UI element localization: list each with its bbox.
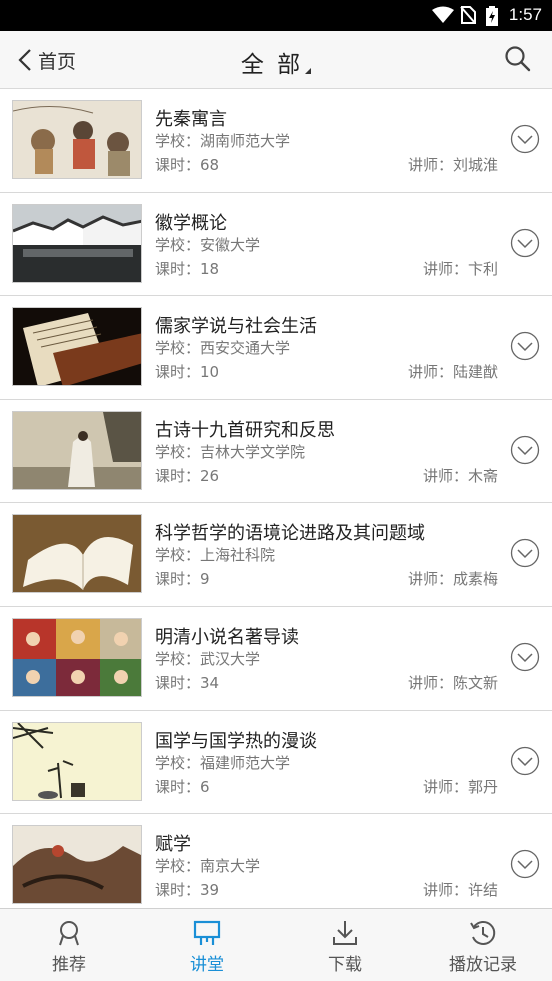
course-hours: 课时：9 <box>155 570 210 589</box>
chevron-down-icon[interactable] <box>510 435 540 465</box>
course-hours: 课时：10 <box>155 363 220 382</box>
course-item[interactable]: 国学与国学热的漫谈 学校：福建师范大学 课时：6 讲师：郭丹 <box>0 711 552 815</box>
course-thumbnail <box>12 514 142 594</box>
course-teacher: 讲师：卞利 <box>422 259 498 278</box>
course-teacher: 讲师：成素梅 <box>407 570 498 589</box>
course-title: 明清小说名著导读 <box>155 626 299 648</box>
chevron-down-icon[interactable] <box>510 849 540 879</box>
course-thumbnail <box>12 617 142 697</box>
course-school: 学校：安徽大学 <box>155 235 261 254</box>
course-item[interactable]: 儒家学说与社会生活 学校：西安交通大学 课时：10 讲师：陆建猷 <box>0 296 552 400</box>
bottom-tab-bar: 推荐 讲堂 下载 播放记录 <box>0 908 552 981</box>
chevron-down-icon[interactable] <box>510 538 540 568</box>
course-title: 古诗十九首研究和反思 <box>155 419 335 441</box>
course-item[interactable]: 赋学 学校：南京大学 课时：39 讲师：许结 <box>0 814 552 908</box>
course-item[interactable]: 徽学概论 学校：安徽大学 课时：18 讲师：卞利 <box>0 193 552 297</box>
course-school: 学校：西安交通大学 <box>155 339 291 358</box>
course-item[interactable]: 明清小说名著导读 学校：武汉大学 课时：34 讲师：陈文新 <box>0 607 552 711</box>
course-item[interactable]: 先秦寓言 学校：湖南师范大学 课时：68 讲师：刘城淮 <box>0 89 552 193</box>
no-sim-icon <box>460 6 476 24</box>
course-thumbnail <box>12 721 142 801</box>
course-hours: 课时：18 <box>155 259 220 278</box>
course-item[interactable]: 古诗十九首研究和反思 学校：吉林大学文学院 课时：26 讲师：木斋 <box>0 400 552 504</box>
course-title: 儒家学说与社会生活 <box>155 316 317 338</box>
tab-history[interactable]: 播放记录 <box>414 909 552 981</box>
chevron-down-icon[interactable] <box>510 642 540 672</box>
course-teacher: 讲师：陆建猷 <box>407 363 498 382</box>
chevron-down-icon[interactable] <box>510 746 540 776</box>
page-title: 全 部 <box>240 52 304 78</box>
header: 首页 全 部 <box>0 31 552 89</box>
course-title: 赋学 <box>155 834 191 856</box>
course-teacher: 讲师：刘城淮 <box>407 156 498 174</box>
course-school: 学校：吉林大学文学院 <box>155 442 306 461</box>
course-thumbnail <box>12 825 142 905</box>
wifi-icon <box>432 6 454 23</box>
tab-label: 下载 <box>328 955 362 975</box>
history-icon <box>470 920 496 945</box>
course-title: 先秦寓言 <box>155 109 227 130</box>
course-hours: 课时：34 <box>155 673 220 692</box>
course-school: 学校：湖南师范大学 <box>155 132 291 150</box>
course-thumbnail <box>12 100 142 179</box>
course-teacher: 讲师：郭丹 <box>422 777 498 796</box>
course-school: 学校：武汉大学 <box>155 649 261 668</box>
tab-download[interactable]: 下载 <box>276 909 414 981</box>
search-icon[interactable] <box>504 45 532 73</box>
tab-recommend[interactable]: 推荐 <box>0 909 138 981</box>
course-title: 科学哲学的语境论进路及其问题域 <box>155 523 425 545</box>
course-school: 学校：南京大学 <box>155 857 261 876</box>
chevron-down-icon[interactable] <box>510 124 540 154</box>
course-list: 先秦寓言 学校：湖南师范大学 课时：68 讲师：刘城淮 徽学概论 学校：安徽大学… <box>0 89 552 908</box>
course-teacher: 讲师：木斋 <box>422 466 498 485</box>
clock: 1:57 <box>508 5 542 24</box>
course-hours: 课时：39 <box>155 881 220 900</box>
chevron-down-icon[interactable] <box>510 331 540 361</box>
tab-lecture[interactable]: 讲堂 <box>138 909 276 981</box>
course-thumbnail <box>12 410 142 490</box>
course-hours: 课时：6 <box>155 777 210 796</box>
tab-label: 推荐 <box>52 955 86 975</box>
course-item[interactable]: 科学哲学的语境论进路及其问题域 学校：上海社科院 课时：9 讲师：成素梅 <box>0 503 552 607</box>
course-title: 徽学概论 <box>155 212 227 234</box>
course-hours: 课时：68 <box>155 156 220 174</box>
course-thumbnail <box>12 307 142 387</box>
battery-icon <box>486 6 498 26</box>
course-school: 学校：福建师范大学 <box>155 753 291 772</box>
course-thumbnail <box>12 203 142 283</box>
dropdown-corner-icon <box>305 68 312 74</box>
tab-label: 讲堂 <box>190 955 224 975</box>
course-teacher: 讲师：陈文新 <box>407 673 498 692</box>
course-hours: 课时：26 <box>155 466 220 485</box>
lecture-icon <box>193 920 221 945</box>
course-title: 国学与国学热的漫谈 <box>155 730 317 752</box>
tab-label: 播放记录 <box>449 955 517 975</box>
status-bar: 1:57 <box>0 0 552 31</box>
course-teacher: 讲师：许结 <box>422 881 498 900</box>
category-selector[interactable]: 全 部 <box>0 45 552 79</box>
chevron-down-icon[interactable] <box>510 228 540 258</box>
course-school: 学校：上海社科院 <box>155 546 276 565</box>
download-icon <box>333 921 357 945</box>
recommend-icon <box>59 921 79 946</box>
